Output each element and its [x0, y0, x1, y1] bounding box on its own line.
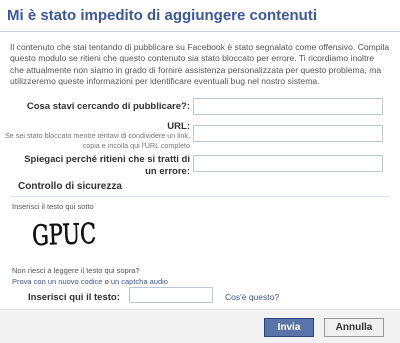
- security-heading: Controllo di sicurezza: [18, 181, 122, 192]
- what-posting-input[interactable]: [193, 98, 383, 115]
- captcha-image: GPUC: [31, 217, 97, 252]
- dialog-title: Mi è stato impedito di aggiungere conten…: [0, 0, 400, 32]
- why-error-label: Spiegaci perché ritieni che si tratti di…: [24, 154, 190, 177]
- report-dialog: Mi è stato impedito di aggiungere conten…: [0, 0, 400, 343]
- submit-button[interactable]: Invia: [264, 318, 314, 337]
- intro-text: Il contenuto che stai tentando di pubbli…: [10, 42, 390, 87]
- audio-captcha-link[interactable]: un captcha audio: [111, 277, 168, 286]
- captcha-input[interactable]: [129, 287, 213, 303]
- captcha-input-label: Inserisci qui il testo:: [28, 292, 120, 303]
- cancel-button[interactable]: Annulla: [324, 318, 384, 337]
- cant-read-text: Non riesci a leggere il testo qui sopra?: [12, 266, 140, 275]
- new-code-link[interactable]: Prova con un nuovo codice: [12, 277, 102, 286]
- captcha-instruction: Inserisci il testo qui sotto: [12, 202, 94, 211]
- or-text: o: [102, 277, 111, 286]
- what-posting-label: Cosa stavi cercando di pubblicare?:: [26, 101, 190, 112]
- captcha-text: GPUC: [32, 217, 97, 252]
- whats-this-link[interactable]: Cos'è questo?: [225, 292, 279, 302]
- captcha-alternatives: Prova con un nuovo codice o un captcha a…: [12, 277, 168, 286]
- section-divider: [10, 196, 390, 197]
- url-hint: Se sei stato bloccato mentre tentavi di …: [5, 131, 190, 150]
- url-input[interactable]: [193, 125, 383, 142]
- why-error-input[interactable]: [193, 155, 383, 172]
